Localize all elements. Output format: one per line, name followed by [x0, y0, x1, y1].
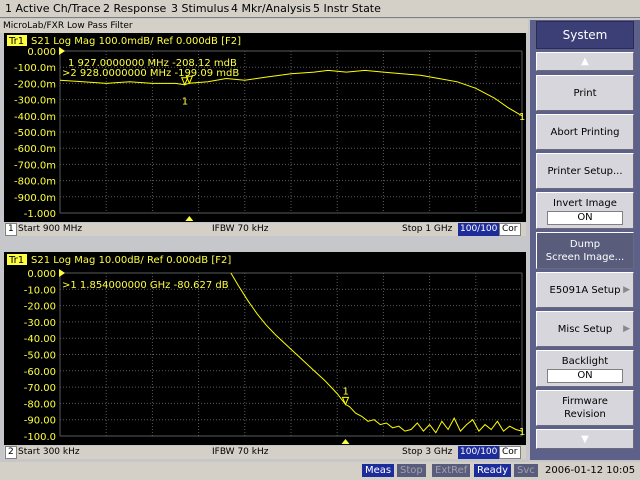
y-tick-label: -100.0 — [24, 432, 56, 443]
y-tick-label: -40.00 — [24, 334, 56, 345]
firmware-revision-button[interactable]: Firmware Revision — [536, 390, 634, 426]
menu-mkr-analysis[interactable]: 4 Mkr/Analysis — [231, 2, 311, 15]
y-tick-label: -200.0m — [14, 79, 56, 90]
y-tick-label: -400.0m — [14, 112, 56, 123]
marker-readout: >1 1.854000000 GHz -80.627 dB — [62, 280, 229, 291]
averaging-count: 100/100 — [458, 446, 500, 459]
y-tick-label: -600.0m — [14, 144, 56, 155]
end-marker-label: 1 — [519, 427, 525, 438]
channel-number: 2 — [5, 446, 17, 459]
channel-2-panel[interactable]: Tr1 S21 Log Mag 10.00dB/ Ref 0.000dB [F2]… — [4, 252, 526, 445]
invert-image-toggle[interactable]: Invert Image ON — [536, 192, 634, 229]
scroll-up-button[interactable]: ▲ — [536, 52, 634, 71]
y-tick-label: -50.00 — [24, 351, 56, 362]
e5091a-setup-button[interactable]: E5091A Setup ▶ — [536, 272, 634, 308]
softkey-label: Invert Image — [553, 197, 617, 209]
y-tick-label: -700.0m — [14, 160, 56, 171]
dump-screen-image-button[interactable]: Dump Screen Image... — [536, 232, 634, 269]
marker-label: 1 — [342, 386, 348, 397]
scroll-down-button[interactable]: ▼ — [536, 429, 634, 449]
abort-printing-button[interactable]: Abort Printing — [536, 114, 634, 150]
printer-setup-button[interactable]: Printer Setup... — [536, 153, 634, 189]
y-tick-label: -30.00 — [24, 318, 56, 329]
submenu-arrow-icon: ▶ — [623, 323, 630, 334]
menu-bar: 1 Active Ch/Trace 2 Response 3 Stimulus … — [0, 0, 640, 18]
menu-stimulus[interactable]: 3 Stimulus — [171, 2, 229, 15]
softkey-label: Abort Printing — [550, 126, 620, 138]
toggle-value: ON — [547, 210, 623, 225]
y-tick-label: -500.0m — [14, 128, 56, 139]
window-title: MicroLab/FXR Low Pass Filter — [0, 19, 528, 33]
stimulus-marker-icon — [185, 216, 194, 221]
y-tick-label: -70.00 — [24, 383, 56, 394]
channel-1-panel[interactable]: Tr1 S21 Log Mag 100.0mdB/ Ref 0.000dB [F2… — [4, 33, 526, 222]
reference-arrow-icon — [59, 269, 65, 277]
trace-header: S21 Log Mag 10.00dB/ Ref 0.000dB [F2] — [31, 255, 231, 266]
arrow-up-icon: ▲ — [581, 56, 589, 67]
softkey-label: Printer Setup... — [547, 165, 623, 177]
end-marker-label: 1 — [519, 112, 525, 123]
ifbw-label[interactable]: IFBW 70 kHz — [212, 223, 268, 236]
stop-indicator: Stop — [397, 464, 426, 477]
y-tick-label: -90.00 — [24, 416, 56, 427]
softkey-label: Misc Setup — [557, 323, 613, 335]
channel-1-plot: Tr1 S21 Log Mag 100.0mdB/ Ref 0.000dB [F2… — [7, 35, 525, 221]
meas-indicator: Meas — [362, 464, 395, 477]
stop-frequency[interactable]: Stop 3 GHz — [402, 446, 452, 459]
trace-tag: Tr1 — [8, 255, 24, 266]
y-tick-label: 0.000 — [27, 47, 56, 58]
trace-header: S21 Log Mag 100.0mdB/ Ref 0.000dB [F2] — [31, 36, 241, 47]
print-button[interactable]: Print — [536, 75, 634, 111]
trace-line — [230, 272, 523, 434]
correction-badge: Cor — [499, 446, 521, 459]
stop-frequency[interactable]: Stop 1 GHz — [402, 223, 452, 236]
channel-number: 1 — [5, 223, 17, 236]
toggle-value: ON — [547, 368, 623, 383]
misc-setup-button[interactable]: Misc Setup ▶ — [536, 311, 634, 347]
y-tick-label: -20.00 — [24, 302, 56, 313]
y-tick-label: -900.0m — [14, 193, 56, 204]
menu-instr-state[interactable]: 5 Instr State — [313, 2, 381, 15]
channel-2-plot: Tr1 S21 Log Mag 10.00dB/ Ref 0.000dB [F2]… — [7, 254, 525, 444]
y-tick-label: -100.0m — [14, 63, 56, 74]
y-tick-label: 0.000 — [27, 269, 56, 280]
softkey-label: E5091A Setup — [549, 284, 621, 296]
channel-1-status: 1 Start 900 MHz IFBW 70 kHz Stop 1 GHz 1… — [4, 223, 526, 236]
averaging-count: 100/100 — [458, 223, 500, 236]
marker-label: 1 — [182, 97, 188, 108]
instrument-status-bar: Meas Stop ExtRef Ready Svc 2006-01-12 10… — [0, 462, 640, 480]
ready-indicator: Ready — [474, 464, 512, 477]
softkey-label: Dump Screen Image... — [545, 238, 625, 263]
arrow-down-icon: ▼ — [581, 433, 589, 445]
correction-badge: Cor — [499, 223, 521, 236]
y-tick-label: -60.00 — [24, 367, 56, 378]
reference-arrow-icon — [59, 47, 65, 55]
channel-2-status: 2 Start 300 kHz IFBW 70 kHz Stop 3 GHz 1… — [4, 446, 526, 459]
submenu-arrow-icon: ▶ — [623, 284, 630, 295]
trace-tag: Tr1 — [8, 36, 24, 47]
svc-indicator: Svc — [514, 464, 538, 477]
menu-active-ch[interactable]: 1 Active Ch/Trace — [5, 2, 101, 15]
analyzer-screen: 1 Active Ch/Trace 2 Response 3 Stimulus … — [0, 0, 640, 480]
menu-response[interactable]: 2 Response — [103, 2, 166, 15]
y-tick-label: -300.0m — [14, 96, 56, 107]
stimulus-marker-icon — [341, 439, 350, 444]
y-tick-label: -1.000 — [24, 209, 56, 220]
ifbw-label[interactable]: IFBW 70 kHz — [212, 446, 268, 459]
y-tick-label: -800.0m — [14, 177, 56, 188]
y-tick-label: -80.00 — [24, 399, 56, 410]
extref-indicator: ExtRef — [432, 464, 471, 477]
date-time: 2006-01-12 10:05 — [545, 465, 636, 476]
softkey-label: Firmware Revision — [562, 396, 608, 420]
softkey-label: Backlight — [561, 355, 609, 367]
backlight-toggle[interactable]: Backlight ON — [536, 350, 634, 387]
softkey-label: Print — [573, 87, 597, 99]
start-frequency[interactable]: Start 300 kHz — [18, 446, 80, 459]
softkey-panel: System ▲ Print Abort Printing Printer Se… — [530, 20, 640, 460]
softkey-menu-title: System — [536, 21, 634, 49]
y-tick-label: -10.00 — [24, 285, 56, 296]
start-frequency[interactable]: Start 900 MHz — [18, 223, 82, 236]
marker-readout: >2 928.0000000 MHz -199.09 mdB — [62, 68, 239, 79]
